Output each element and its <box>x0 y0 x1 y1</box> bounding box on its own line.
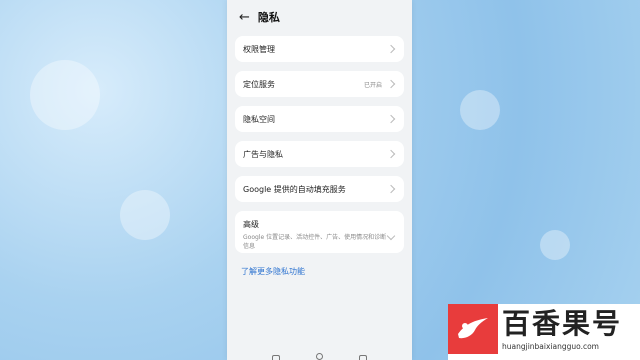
arrow-left-icon[interactable]: ← <box>239 11 250 24</box>
settings-item-google-autofill[interactable]: Google 提供的自动填充服务 <box>235 176 404 202</box>
watermark-name: 百香果号 <box>502 307 623 340</box>
settings-item-private-space[interactable]: 隐私空间 <box>235 106 404 132</box>
settings-item-advanced[interactable]: 高级 Google 位置记录、活动控件、广告、使用情况和诊断信息 <box>235 211 404 253</box>
background-bokeh <box>460 90 500 130</box>
settings-item-label: 隐私空间 <box>243 114 275 124</box>
background-bokeh <box>30 60 100 130</box>
nav-back-icon[interactable] <box>272 355 280 360</box>
background-bokeh <box>540 230 570 260</box>
navigation-bar <box>227 350 412 360</box>
settings-item-label: 广告与隐私 <box>243 149 283 159</box>
watermark-text: 百香果号 huangjinbaixiangguo.com <box>502 304 622 351</box>
advanced-text: 高级 Google 位置记录、活动控件、广告、使用情况和诊断信息 <box>243 219 388 251</box>
chevron-right-icon <box>386 44 396 54</box>
settings-item-label: 定位服务 <box>243 79 275 89</box>
watermark-url: huangjinbaixiangguo.com <box>502 342 599 351</box>
nav-home-icon[interactable] <box>316 353 323 360</box>
chevron-right-icon <box>386 184 396 194</box>
settings-item-permission-management[interactable]: 权限管理 <box>235 36 404 62</box>
page-header: ← 隐私 <box>239 8 280 26</box>
settings-item-label: Google 提供的自动填充服务 <box>243 184 346 194</box>
advanced-description: Google 位置记录、活动控件、广告、使用情况和诊断信息 <box>243 234 387 250</box>
settings-item-ads-and-privacy[interactable]: 广告与隐私 <box>235 141 404 167</box>
bird-logo-icon <box>458 318 488 339</box>
watermark-logo <box>448 304 498 354</box>
nav-recents-icon[interactable] <box>359 355 367 360</box>
page-title: 隐私 <box>257 11 280 24</box>
background-bokeh <box>120 190 170 240</box>
phone-screen: ← 隐私 权限管理 定位服务 已开启 隐私空间 广告与隐私 Google 提供的… <box>227 0 412 360</box>
chevron-right-icon <box>386 114 396 124</box>
watermark: 百香果号 huangjinbaixiangguo.com <box>448 304 640 360</box>
settings-item-status: 已开启 <box>363 81 382 89</box>
settings-item-label: 权限管理 <box>243 44 275 54</box>
settings-item-location-services[interactable]: 定位服务 已开启 <box>235 71 404 97</box>
learn-more-privacy-link[interactable]: 了解更多隐私功能 <box>241 266 305 277</box>
chevron-right-icon <box>386 79 396 89</box>
chevron-down-icon <box>386 231 396 241</box>
advanced-title: 高级 <box>243 220 259 229</box>
chevron-right-icon <box>386 149 396 159</box>
